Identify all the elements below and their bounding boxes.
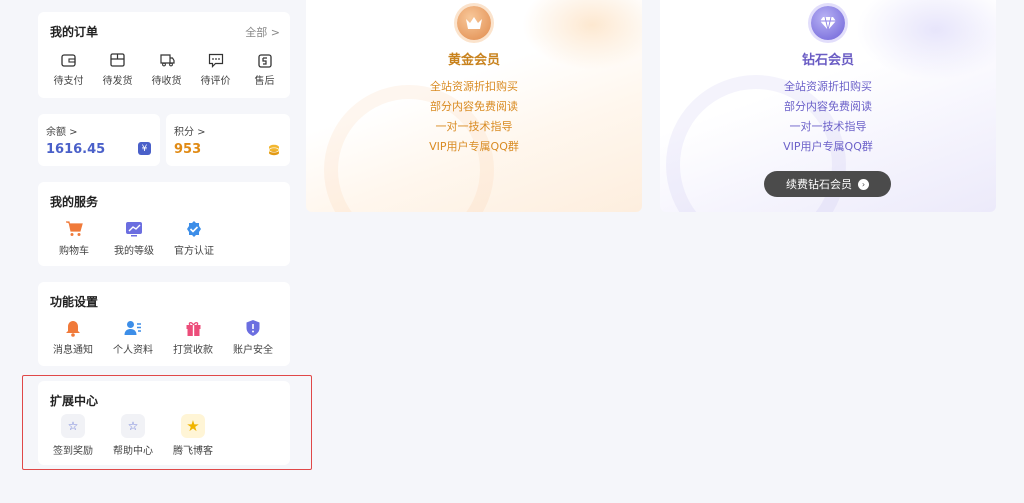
diamond-feature: 全站资源折扣购买 (784, 80, 872, 93)
services-title: 我的服务 (50, 195, 99, 209)
yen-icon: ¥ (138, 142, 151, 155)
box-icon (110, 52, 126, 68)
diamond-membership-name: 钻石会员 (801, 53, 854, 68)
order-item-label: 待收货 (151, 76, 182, 87)
service-verified[interactable]: 官方认证 (174, 220, 214, 257)
service-label: 购物车 (59, 246, 89, 257)
order-item-label: 待支付 (53, 76, 84, 87)
diamond-feature: VIP用户专属QQ群 (783, 140, 873, 153)
service-label: 官方认证 (174, 246, 214, 257)
comment-icon (208, 52, 224, 68)
setting-label: 消息通知 (53, 345, 93, 356)
arrow-right-icon: › (858, 178, 869, 190)
wallet-icon (61, 52, 77, 68)
setting-label: 打赏收款 (173, 345, 213, 356)
gold-membership-name: 黄金会员 (447, 53, 500, 68)
order-item-label: 待评价 (200, 76, 231, 87)
profile-icon (124, 319, 142, 337)
coins-icon (268, 142, 281, 156)
order-item-after-sale[interactable]: 售后 (246, 52, 283, 87)
gift-icon (184, 319, 202, 337)
setting-notifications[interactable]: 消息通知 (52, 319, 94, 356)
diamond-feature: 一对一技术指导 (789, 120, 867, 133)
verified-icon (185, 220, 203, 238)
setting-label: 个人资料 (113, 345, 153, 356)
renew-diamond-button[interactable]: 续费钻石会员 › (764, 171, 891, 197)
order-item-label: 售后 (254, 76, 275, 87)
points-card[interactable]: 积分 > 953 (166, 114, 290, 166)
service-cart[interactable]: 购物车 (54, 220, 94, 257)
bell-icon (64, 319, 82, 337)
diamond-icon (811, 6, 845, 40)
settings-title: 功能设置 (50, 295, 99, 309)
orders-card: 我的订单 全部 > 待支付 待发货 待收货 待评价 售后 (38, 12, 290, 98)
service-level[interactable]: 我的等级 (114, 220, 154, 257)
after-sale-icon (257, 52, 273, 68)
level-icon (125, 220, 143, 238)
diamond-feature: 部分内容免费阅读 (784, 100, 872, 113)
truck-icon (159, 52, 175, 68)
setting-security[interactable]: 账户安全 (232, 319, 274, 356)
gold-feature: 一对一技术指导 (435, 120, 513, 133)
gold-feature: 全站资源折扣购买 (430, 80, 518, 93)
balance-card[interactable]: 余额 > 1616.45 ¥ (38, 114, 160, 166)
setting-label: 账户安全 (233, 345, 273, 356)
orders-title: 我的订单 (50, 25, 99, 39)
diamond-membership-card: 钻石会员 全站资源折扣购买 部分内容免费阅读 一对一技术指导 VIP用户专属QQ… (660, 0, 996, 212)
setting-profile[interactable]: 个人资料 (112, 319, 154, 356)
balance-value: 1616.45 (46, 142, 106, 157)
cart-icon (65, 220, 83, 238)
order-item-pending-receipt[interactable]: 待收货 (148, 52, 185, 87)
renew-button-label: 续费钻石会员 (786, 178, 852, 191)
gold-membership-card: 黄金会员 全站资源折扣购买 部分内容免费阅读 一对一技术指导 VIP用户专属QQ… (306, 0, 642, 212)
crown-icon (457, 6, 491, 40)
service-label: 我的等级 (114, 246, 154, 257)
order-item-pending-review[interactable]: 待评价 (197, 52, 234, 87)
orders-all-link[interactable]: 全部 > (245, 24, 280, 40)
order-item-label: 待发货 (102, 76, 133, 87)
highlight-box (22, 375, 312, 470)
order-item-pending-shipment[interactable]: 待发货 (99, 52, 136, 87)
points-value: 953 (174, 142, 202, 157)
shield-icon (244, 319, 262, 337)
balance-label: 余额 > (46, 127, 78, 138)
gold-features: 全站资源折扣购买 部分内容免费阅读 一对一技术指导 VIP用户专属QQ群 (306, 77, 642, 157)
gold-feature: VIP用户专属QQ群 (429, 140, 519, 153)
setting-tips[interactable]: 打赏收款 (172, 319, 214, 356)
gold-feature: 部分内容免费阅读 (430, 100, 518, 113)
diamond-features: 全站资源折扣购买 部分内容免费阅读 一对一技术指导 VIP用户专属QQ群 (660, 77, 996, 157)
settings-card: 功能设置 消息通知 个人资料 打赏收款 账户安全 (38, 282, 290, 366)
services-card: 我的服务 购物车 我的等级 官方认证 (38, 182, 290, 266)
order-item-pending-payment[interactable]: 待支付 (50, 52, 87, 87)
points-label: 积分 > (174, 127, 206, 138)
